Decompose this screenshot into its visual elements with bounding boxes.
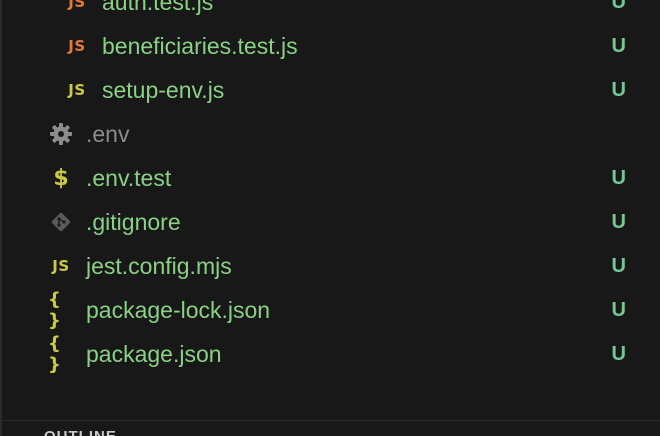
- js-icon: JS: [68, 37, 86, 55]
- file-name: .env.test: [86, 165, 172, 191]
- git-status-badge: U: [611, 79, 626, 101]
- js-icon: JS: [68, 0, 86, 11]
- outline-section-header[interactable]: OUTLINE: [44, 428, 117, 436]
- file-row-auth-test[interactable]: JS auth.test.js U: [0, 0, 660, 24]
- git-status-badge: U: [611, 35, 626, 57]
- git-status-badge: U: [611, 343, 626, 365]
- file-name: .gitignore: [86, 209, 181, 235]
- git-status-badge: U: [611, 0, 626, 13]
- file-row-gitignore[interactable]: .gitignore U: [0, 200, 660, 244]
- file-row-package-lock[interactable]: { } package-lock.json U: [0, 288, 660, 332]
- file-row-env-test[interactable]: $ .env.test U: [0, 156, 660, 200]
- git-icon: [48, 200, 74, 244]
- git-status-badge: U: [611, 211, 626, 233]
- file-row-env[interactable]: .env: [0, 112, 660, 156]
- file-row-jest-config[interactable]: JS jest.config.mjs U: [0, 244, 660, 288]
- js-icon: JS: [68, 81, 86, 99]
- json-braces-icon: { }: [48, 333, 63, 375]
- gear-icon: [48, 112, 74, 156]
- json-braces-icon: { }: [48, 289, 63, 331]
- file-name: jest.config.mjs: [86, 253, 232, 279]
- file-name: .env: [86, 121, 130, 147]
- git-status-badge: U: [611, 255, 626, 277]
- git-status-badge: U: [611, 167, 626, 189]
- explorer-panel: JS auth.test.js U JS beneficiaries.test.…: [0, 0, 660, 436]
- git-status-badge: U: [611, 299, 626, 321]
- file-name: package.json: [86, 341, 222, 367]
- dollar-icon: $: [53, 165, 69, 191]
- file-name: auth.test.js: [102, 0, 214, 15]
- js-icon: JS: [52, 257, 70, 275]
- file-row-beneficiaries-test[interactable]: JS beneficiaries.test.js U: [0, 24, 660, 68]
- file-name: setup-env.js: [102, 77, 225, 103]
- file-name: package-lock.json: [86, 297, 271, 323]
- file-row-package-json[interactable]: { } package.json U: [0, 332, 660, 376]
- file-tree: JS auth.test.js U JS beneficiaries.test.…: [0, 0, 660, 376]
- file-name: beneficiaries.test.js: [102, 33, 298, 59]
- file-row-setup-env[interactable]: JS setup-env.js U: [0, 68, 660, 112]
- section-divider: [0, 420, 660, 421]
